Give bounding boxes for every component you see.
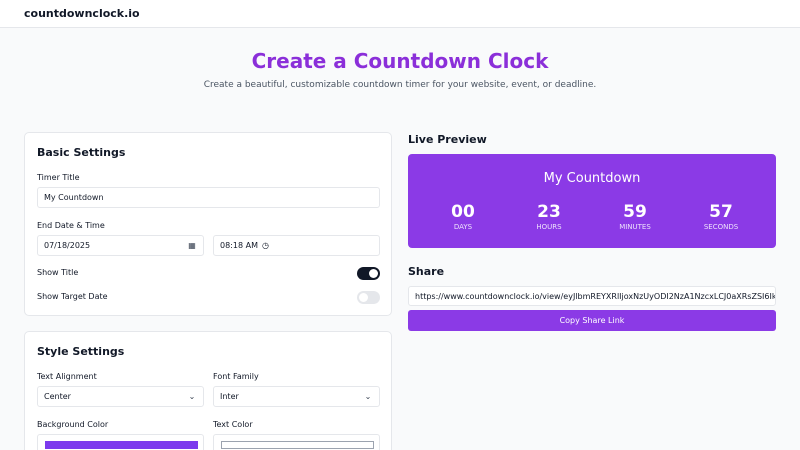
show-title-label: Show Title (37, 268, 79, 277)
toggle-knob (369, 269, 378, 278)
chevron-down-icon: ⌄ (188, 392, 196, 401)
end-time-input[interactable]: 08:18 AM ◷ (213, 235, 380, 256)
toggle-knob (359, 293, 368, 302)
basic-settings-card: Basic Settings Timer Title My Countdown … (24, 132, 392, 316)
page-subtitle: Create a beautiful, customizable countdo… (203, 80, 597, 90)
minutes-label: MINUTES (619, 223, 651, 231)
style-settings-card: Style Settings Text Alignment Center ⌄ F… (24, 331, 392, 450)
background-color-swatch (45, 441, 198, 449)
days-value: 00 (451, 202, 475, 222)
seconds-unit: 57 SECONDS (696, 202, 746, 231)
font-family-select[interactable]: Inter ⌄ (213, 386, 380, 407)
text-alignment-select[interactable]: Center ⌄ (37, 386, 204, 407)
font-family-label: Font Family (213, 372, 259, 381)
share-url-value: https://www.countdownclock.io/view/eyJlb… (415, 291, 776, 301)
font-family-value: Inter (220, 392, 239, 401)
background-color-picker[interactable] (37, 434, 204, 450)
timer-title-label: Timer Title (37, 173, 80, 182)
text-color-picker[interactable] (213, 434, 380, 450)
seconds-value: 57 (709, 202, 733, 222)
clock-icon[interactable]: ◷ (262, 241, 269, 250)
share-heading: Share (408, 265, 445, 278)
share-url-input[interactable]: https://www.countdownclock.io/view/eyJlb… (408, 286, 776, 306)
days-label: DAYS (453, 223, 473, 231)
minutes-value: 59 (623, 202, 647, 222)
hours-unit: 23 HOURS (524, 202, 574, 231)
text-color-label: Text Color (213, 420, 253, 429)
end-date-time-label: End Date & Time (37, 221, 105, 230)
countdown-preview: My Countdown 00 DAYS 23 HOURS 59 MINUTES… (408, 154, 776, 248)
text-alignment-value: Center (44, 392, 71, 401)
seconds-label: SECONDS (703, 223, 739, 231)
show-target-date-toggle[interactable] (357, 291, 380, 304)
end-time-value: 08:18 AM (220, 241, 258, 250)
calendar-icon[interactable]: ▦ (185, 241, 199, 250)
basic-settings-title: Basic Settings (37, 146, 126, 159)
hours-value: 23 (537, 202, 561, 222)
preview-title: My Countdown (543, 171, 641, 186)
timer-title-input[interactable]: My Countdown (37, 187, 380, 208)
end-date-input[interactable]: 07/18/2025 ▦ (37, 235, 204, 256)
end-date-value: 07/18/2025 (44, 241, 91, 250)
timer-title-value: My Countdown (44, 193, 104, 202)
page-title: Create a Countdown Clock (251, 49, 549, 73)
chevron-down-icon: ⌄ (364, 392, 372, 401)
show-title-toggle[interactable] (357, 267, 380, 280)
background-color-label: Background Color (37, 420, 109, 429)
minutes-unit: 59 MINUTES (610, 202, 660, 231)
text-alignment-label: Text Alignment (37, 372, 97, 381)
text-color-swatch (221, 441, 374, 449)
brand-logo[interactable]: countdownclock.io (24, 7, 140, 20)
top-bar: countdownclock.io (0, 0, 800, 28)
days-unit: 00 DAYS (438, 202, 488, 231)
style-settings-title: Style Settings (37, 345, 125, 358)
hours-label: HOURS (536, 223, 562, 231)
show-target-date-label: Show Target Date (37, 292, 108, 301)
live-preview-heading: Live Preview (408, 133, 487, 146)
copy-share-link-button[interactable]: Copy Share Link (408, 310, 776, 331)
